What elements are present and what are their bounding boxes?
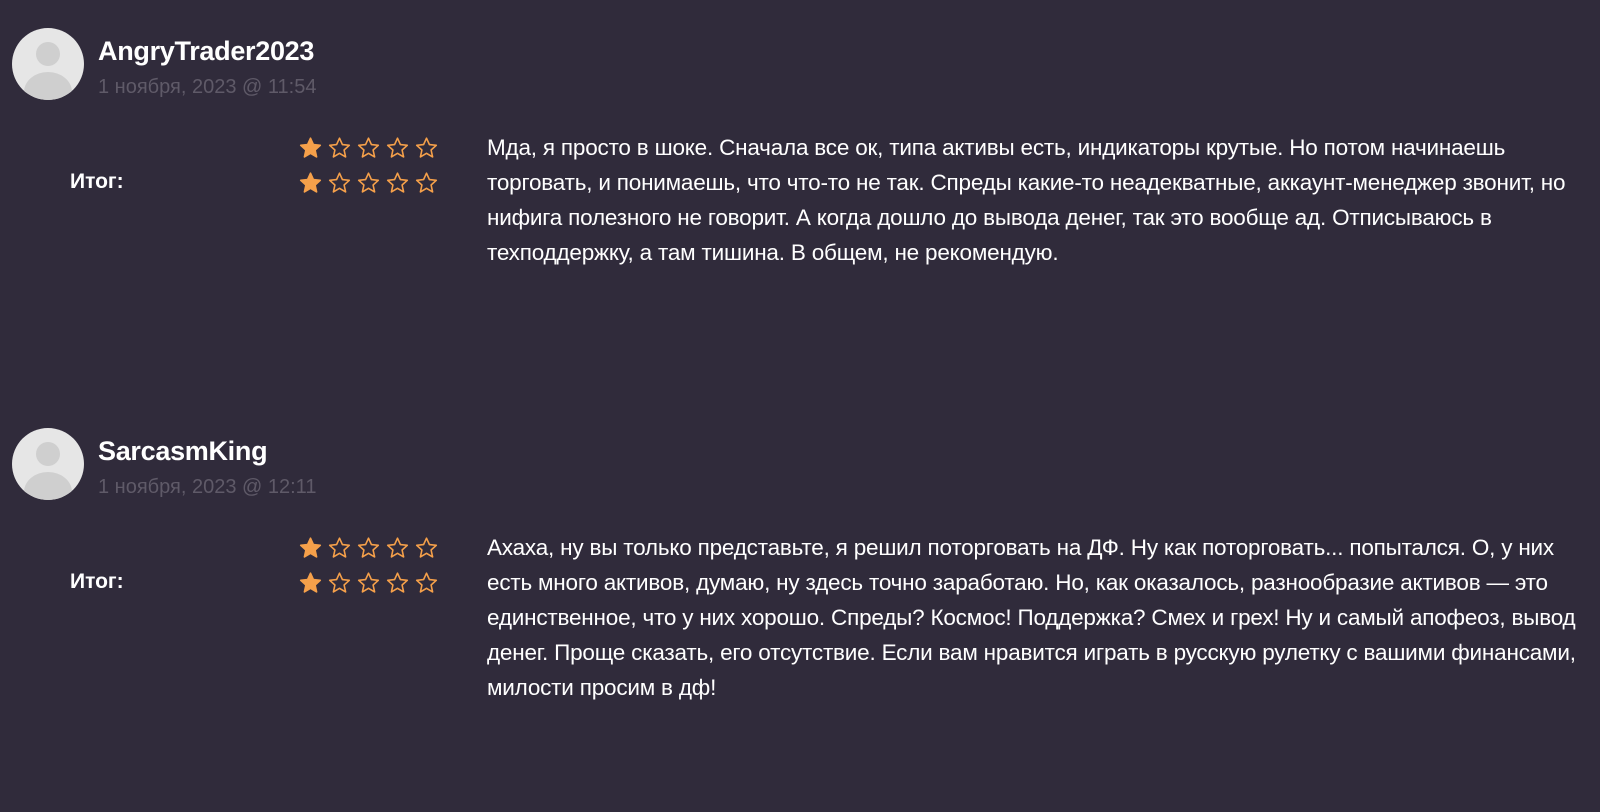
review-text: Ахаха, ну вы только представьте, я решил…	[487, 535, 1576, 700]
rating-stars	[298, 571, 439, 595]
review-author: SarcasmKing	[98, 436, 268, 466]
star-empty-icon	[385, 171, 410, 195]
review-date: 1 ноября, 2023 @ 12:11	[98, 476, 317, 498]
rating-stars	[298, 171, 439, 195]
review-author: AngryTrader2023	[98, 36, 315, 66]
review-item: AngryTrader2023 1 ноября, 2023 @ 11:54 И…	[0, 28, 1600, 328]
star-empty-icon	[327, 171, 352, 195]
star-filled-icon	[298, 536, 323, 560]
avatar-head-shape	[36, 42, 60, 66]
star-empty-icon	[356, 571, 381, 595]
star-empty-icon	[385, 571, 410, 595]
star-empty-icon	[385, 136, 410, 160]
star-empty-icon	[327, 136, 352, 160]
rating-label: Итог:	[70, 570, 124, 593]
star-empty-icon	[327, 571, 352, 595]
rating-label: Итог:	[70, 170, 124, 193]
star-empty-icon	[414, 136, 439, 160]
avatar-head-shape	[36, 442, 60, 466]
star-empty-icon	[414, 171, 439, 195]
star-empty-icon	[356, 136, 381, 160]
rating-stars	[298, 136, 439, 160]
review-item: SarcasmKing 1 ноября, 2023 @ 12:11 Итог:…	[0, 428, 1600, 728]
review-date: 1 ноября, 2023 @ 11:54	[98, 76, 317, 98]
review-text: Мда, я просто в шоке. Сначала все ок, ти…	[487, 135, 1566, 265]
star-empty-icon	[356, 536, 381, 560]
star-filled-icon	[298, 171, 323, 195]
avatar	[12, 28, 84, 100]
avatar-body-shape	[24, 472, 72, 500]
star-filled-icon	[298, 136, 323, 160]
rating-stars	[298, 536, 439, 560]
star-empty-icon	[385, 536, 410, 560]
star-empty-icon	[327, 536, 352, 560]
avatar	[12, 428, 84, 500]
avatar-body-shape	[24, 72, 72, 100]
star-filled-icon	[298, 571, 323, 595]
star-empty-icon	[414, 571, 439, 595]
star-empty-icon	[356, 171, 381, 195]
star-empty-icon	[414, 536, 439, 560]
